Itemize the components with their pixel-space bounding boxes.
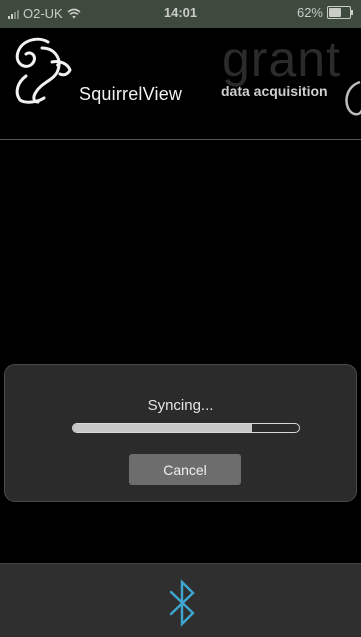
- cancel-button[interactable]: Cancel: [129, 454, 241, 485]
- squirrel-logo-icon: [15, 37, 72, 104]
- status-right: 62%: [296, 5, 353, 20]
- header-divider: [0, 139, 361, 140]
- bluetooth-icon[interactable]: [164, 578, 200, 628]
- dialog-title: Syncing...: [147, 397, 214, 414]
- brand-swirl-icon: [345, 80, 361, 116]
- sync-progress-bar: [72, 423, 300, 433]
- bottom-bar: [0, 563, 361, 637]
- brand-name: grant: [222, 31, 341, 87]
- app-name-label: SquirrelView: [79, 84, 183, 104]
- battery-percent: 62%: [296, 5, 323, 20]
- app-screen: O2-UK 14:01 62% SquirrelView grant data …: [0, 0, 361, 637]
- brand-tagline: data acquisition: [221, 83, 328, 99]
- battery-fill: [329, 8, 342, 17]
- status-bar: O2-UK 14:01 62%: [0, 0, 361, 28]
- battery-icon: [327, 6, 353, 19]
- sync-dialog: Syncing... Cancel: [4, 364, 357, 502]
- sync-progress-fill: [73, 424, 252, 432]
